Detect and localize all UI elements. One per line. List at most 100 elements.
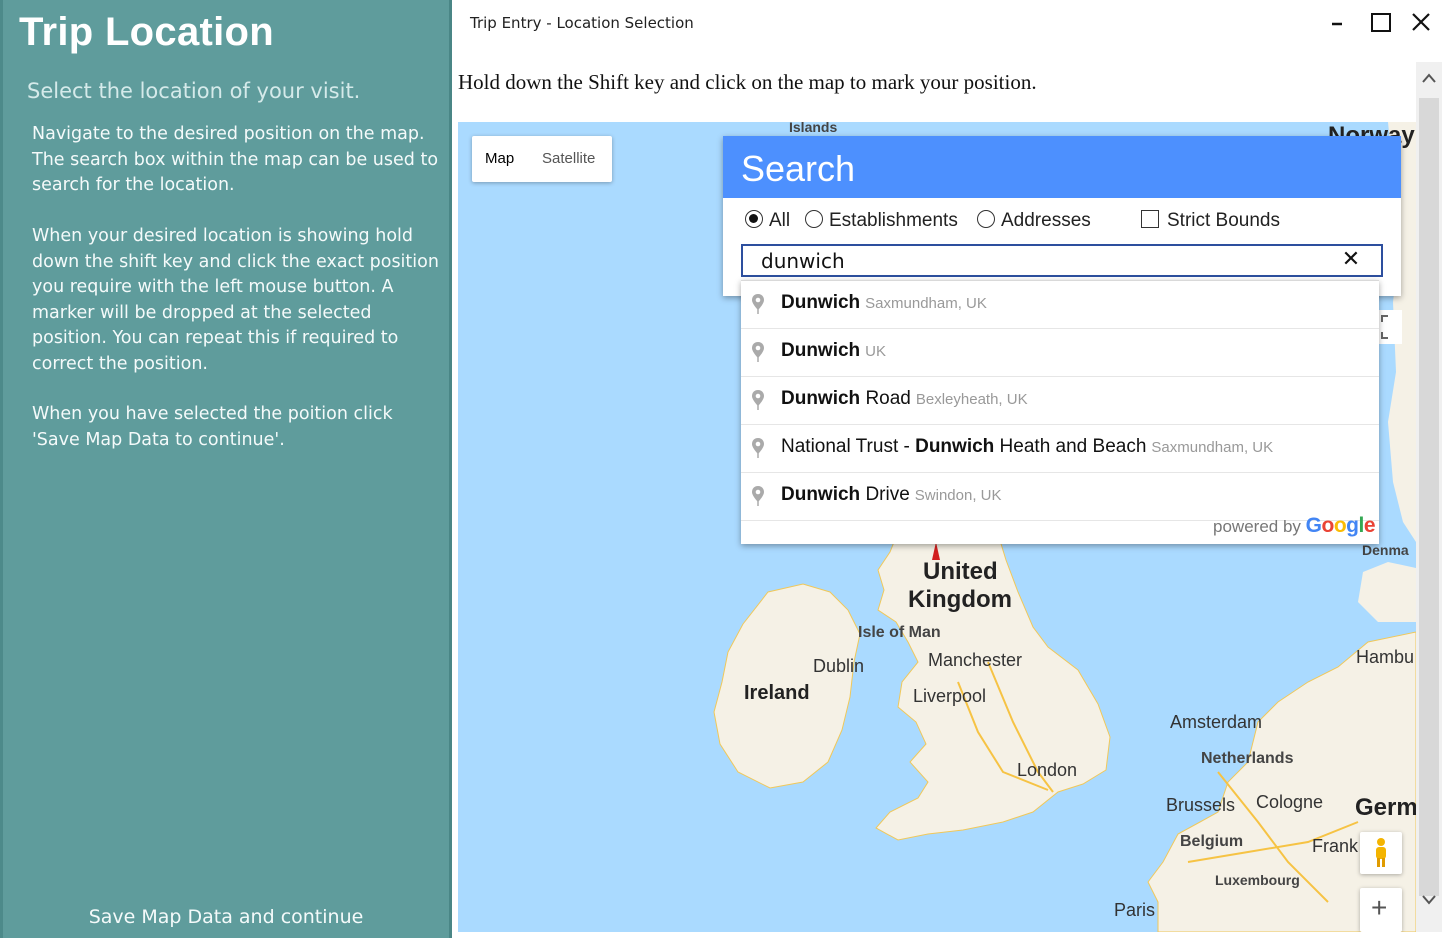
map-instruction: Hold down the Shift key and click on the… xyxy=(458,70,1037,94)
map-label: Belgium xyxy=(1180,833,1244,850)
suggestion-text: National Trust - Dunwich Heath and Beach… xyxy=(781,436,1273,458)
map-label: Kingdom xyxy=(908,586,1012,613)
map-label: Denma xyxy=(1362,542,1409,558)
map-label: Isle of Man xyxy=(858,624,941,641)
close-button[interactable] xyxy=(1404,6,1440,40)
suggestion-text: Dunwich UK xyxy=(781,340,886,362)
search-box: ✕ xyxy=(741,244,1383,277)
minimize-button[interactable] xyxy=(1320,6,1356,40)
suggestion-text: Dunwich Saxmundham, UK xyxy=(781,292,987,314)
suggestion-post: Drive xyxy=(860,484,910,505)
suggestion-match: Dunwich xyxy=(781,388,861,409)
map-label: Dublin xyxy=(813,656,865,676)
sidebar-subtitle: Select the location of your visit. xyxy=(27,79,361,103)
radio-addresses-label: Addresses xyxy=(1001,210,1091,231)
checkbox-unchecked-icon xyxy=(1141,210,1159,228)
map-label: Hambu xyxy=(1356,647,1415,667)
radio-addresses[interactable]: Addresses xyxy=(977,210,1091,232)
location-pin-icon xyxy=(752,342,764,362)
scroll-down-arrow-icon[interactable] xyxy=(1420,890,1438,908)
fullscreen-icon xyxy=(1381,315,1388,339)
map-label: Ireland xyxy=(744,682,810,704)
map-label: Manchester xyxy=(928,650,1023,670)
street-view-pegman[interactable] xyxy=(1360,832,1402,874)
strict-bounds-label: Strict Bounds xyxy=(1167,210,1280,231)
sidebar-paragraph: When you have selected the poition click… xyxy=(32,404,393,450)
suggestion-post: Heath and Beach xyxy=(994,436,1147,457)
location-pin-icon xyxy=(752,486,764,506)
suggestion-secondary: Swindon, UK xyxy=(914,487,1002,504)
search-header: Search xyxy=(723,136,1401,198)
powered-by-google: powered by Google xyxy=(1213,514,1375,538)
radio-establishments[interactable]: Establishments xyxy=(805,210,958,232)
suggestion-secondary: UK xyxy=(865,343,887,360)
suggestion-item[interactable]: National Trust - Dunwich Heath and Beach… xyxy=(741,425,1379,473)
sidebar-paragraph: When your desired location is showing ho… xyxy=(32,226,439,374)
zoom-in-button[interactable]: + xyxy=(1360,888,1402,932)
autocomplete-dropdown: Dunwich Saxmundham, UK Dunwich UK Dunwich Ro… xyxy=(741,280,1379,544)
sidebar-title: Trip Location xyxy=(19,10,275,54)
pegman-icon xyxy=(1376,838,1386,867)
radio-unchecked-icon xyxy=(805,210,823,228)
minimize-icon xyxy=(1332,22,1342,26)
map-label: London xyxy=(1017,760,1078,780)
map-label: Frank xyxy=(1312,836,1359,856)
map-label: Germ xyxy=(1355,794,1416,821)
window-title: Trip Entry - Location Selection xyxy=(470,14,694,32)
search-input[interactable] xyxy=(761,248,1341,273)
vertical-scrollbar[interactable] xyxy=(1416,62,1442,932)
map-label: Amsterdam xyxy=(1170,712,1263,732)
map-label: Liverpool xyxy=(913,686,987,706)
map-label: Cologne xyxy=(1256,792,1324,812)
map-type-satellite-button[interactable]: Satellite xyxy=(542,150,595,167)
suggestion-secondary: Saxmundham, UK xyxy=(1151,439,1274,456)
sidebar: Trip Location Select the location of you… xyxy=(0,0,452,938)
radio-checked-icon xyxy=(745,210,763,228)
clear-search-icon[interactable]: ✕ xyxy=(1339,248,1363,272)
suggestion-item[interactable]: Dunwich Road Bexleyheath, UK xyxy=(741,377,1379,425)
maximize-icon xyxy=(1371,13,1391,32)
save-map-data-button[interactable]: Save Map Data and continue xyxy=(3,906,449,938)
fullscreen-button[interactable] xyxy=(1378,310,1402,344)
google-logo: Google xyxy=(1305,514,1376,537)
map-type-control: Map Satellite xyxy=(472,136,612,182)
location-pin-icon xyxy=(752,390,764,410)
map-label: Luxembourg xyxy=(1215,872,1300,888)
suggestion-item[interactable]: Dunwich Saxmundham, UK xyxy=(741,281,1379,329)
sidebar-paragraph: Navigate to the desired position on the … xyxy=(32,124,439,195)
suggestion-item[interactable]: Dunwich UK xyxy=(741,329,1379,377)
search-header-title: Search xyxy=(741,148,856,189)
map-label: Islands xyxy=(789,122,838,135)
suggestion-match: Dunwich xyxy=(915,436,995,457)
radio-unchecked-icon xyxy=(977,210,995,228)
suggestion-pre: National Trust - xyxy=(781,436,916,457)
map-label: Netherlands xyxy=(1201,750,1294,767)
suggestion-match: Dunwich xyxy=(781,292,861,313)
suggestion-text: Dunwich Drive Swindon, UK xyxy=(781,484,1002,506)
map-type-map-button[interactable]: Map xyxy=(485,150,514,167)
map-label: Brussels xyxy=(1166,795,1236,815)
scrollbar-thumb[interactable] xyxy=(1419,98,1439,896)
radio-all[interactable]: All xyxy=(745,210,790,232)
radio-establishments-label: Establishments xyxy=(829,210,958,231)
close-icon xyxy=(1412,13,1430,31)
location-pin-icon xyxy=(752,438,764,458)
suggestion-secondary: Bexleyheath, UK xyxy=(915,391,1028,408)
map-label: United xyxy=(923,558,998,585)
suggestion-post: Road xyxy=(860,388,911,409)
suggestion-match: Dunwich xyxy=(781,484,861,505)
map-label: Paris xyxy=(1114,900,1156,920)
map-canvas[interactable]: Islands Norway United Kingdom Isle of Ma… xyxy=(458,122,1416,932)
search-panel: Search All Establishments Addresses Stri… xyxy=(723,136,1401,296)
scroll-up-arrow-icon[interactable] xyxy=(1420,70,1438,88)
strict-bounds-checkbox[interactable]: Strict Bounds xyxy=(1141,210,1280,232)
maximize-button[interactable] xyxy=(1363,6,1399,40)
location-window: Trip Entry - Location Selection Hold dow… xyxy=(452,0,1442,938)
powered-by-label: powered by xyxy=(1213,517,1301,536)
title-bar: Trip Entry - Location Selection xyxy=(452,0,1442,44)
location-pin-icon xyxy=(752,294,764,314)
zoom-in-icon: + xyxy=(1371,892,1388,923)
suggestion-match: Dunwich xyxy=(781,340,861,361)
suggestion-text: Dunwich Road Bexleyheath, UK xyxy=(781,388,1028,410)
suggestion-secondary: Saxmundham, UK xyxy=(865,295,987,312)
